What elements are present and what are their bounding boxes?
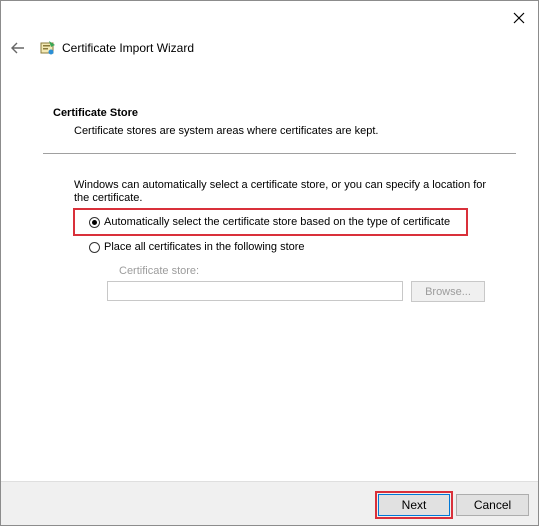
radio-manual-label: Place all certificates in the following …	[104, 241, 305, 253]
cancel-button[interactable]: Cancel	[456, 494, 529, 516]
certificate-store-label: Certificate store:	[119, 265, 200, 277]
wizard-footer: Next Cancel	[1, 481, 538, 525]
radio-auto-indicator[interactable]	[89, 216, 100, 228]
section-description: Certificate stores are system areas wher…	[74, 125, 379, 137]
back-button[interactable]	[9, 39, 27, 57]
radio-place-in-store[interactable]: Place all certificates in the following …	[89, 241, 305, 253]
close-button[interactable]	[508, 7, 530, 29]
browse-button[interactable]: Browse...	[411, 281, 485, 302]
radio-auto-label: Automatically select the certificate sto…	[104, 216, 451, 228]
wizard-header: Certificate Import Wizard	[1, 31, 538, 67]
radio-auto-select[interactable]: Automatically select the certificate sto…	[89, 216, 450, 228]
section-title: Certificate Store	[53, 107, 138, 119]
wizard-window: Certificate Import Wizard Certificate St…	[0, 0, 539, 526]
certificate-icon	[40, 41, 55, 55]
intro-text: Windows can automatically select a certi…	[74, 179, 487, 204]
next-button[interactable]: Next	[378, 494, 450, 516]
certificate-store-field[interactable]	[107, 281, 403, 301]
wizard-title: Certificate Import Wizard	[62, 41, 195, 55]
divider	[43, 153, 516, 154]
radio-manual-indicator[interactable]	[89, 241, 100, 253]
back-arrow-icon	[11, 42, 24, 54]
close-icon	[513, 12, 525, 24]
